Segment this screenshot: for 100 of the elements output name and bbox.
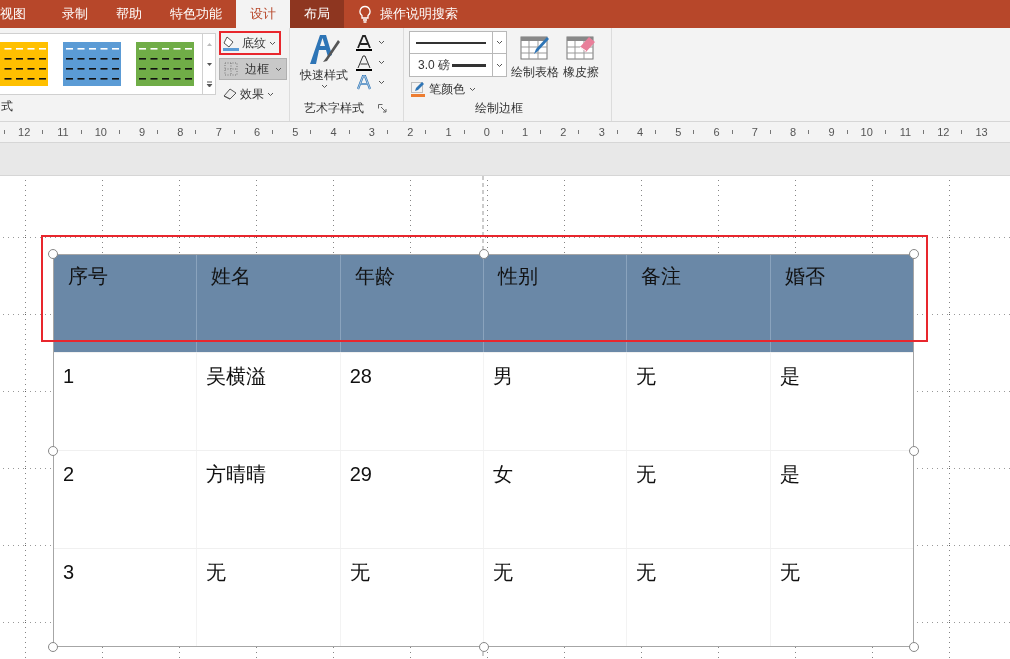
text-effects-icon <box>356 74 372 91</box>
tick-mark <box>195 130 197 134</box>
text-fill-icon <box>356 34 372 51</box>
resize-handle[interactable] <box>909 445 919 456</box>
ribbon-tab[interactable]: 特色功能 <box>156 0 236 28</box>
table-eraser-icon <box>566 34 596 61</box>
ruler-number: 8 <box>177 124 184 140</box>
ruler-number: 3 <box>598 124 605 140</box>
tick-mark <box>884 130 886 134</box>
caret-icon <box>320 84 328 89</box>
borders-icon <box>224 62 238 76</box>
caret-icon <box>378 60 385 65</box>
search-label[interactable]: 操作说明搜索 <box>380 4 458 24</box>
line-sample-icon <box>416 41 486 44</box>
caret-icon <box>496 40 503 45</box>
tick-mark <box>386 130 388 134</box>
resize-handle[interactable] <box>48 249 58 259</box>
table-cell: 吴横溢 <box>197 353 341 450</box>
column-header: 婚否 <box>783 264 826 289</box>
ruler-number: 4 <box>330 124 337 140</box>
tick-mark <box>501 130 503 134</box>
table-cell: 无 <box>627 353 771 450</box>
expand-icon <box>204 79 214 89</box>
dialog-launcher-button[interactable] <box>378 103 387 113</box>
ruler-number: 6 <box>253 124 261 140</box>
quick-styles-button[interactable]: 快速样式 <box>298 32 350 91</box>
line-style-dropdown[interactable] <box>409 31 507 54</box>
ruler-number: 6 <box>713 124 720 140</box>
tick-mark <box>425 130 427 134</box>
tick-mark <box>846 130 848 134</box>
ruler-number: 9 <box>828 124 835 140</box>
caret-icon <box>269 40 276 46</box>
table-cell: 无 <box>627 549 771 646</box>
ruler-number: 11 <box>899 124 912 140</box>
ruler-number: 10 <box>94 124 107 140</box>
effects-button[interactable]: 效果 <box>219 83 287 105</box>
ruler-number: 11 <box>57 124 69 140</box>
borders-button[interactable]: 边框 <box>219 58 287 80</box>
ruler-number: 4 <box>636 124 644 140</box>
table-cell: 方晴晴 <box>197 451 341 548</box>
table-cell-text: 是 <box>778 364 801 389</box>
caret-icon <box>267 91 274 97</box>
resize-handle[interactable] <box>48 445 58 456</box>
eraser-button[interactable]: 橡皮擦 <box>563 31 599 98</box>
ribbon-tab[interactable]: 视图 <box>0 0 48 28</box>
tick-mark <box>616 130 618 134</box>
caret-icon <box>275 66 282 72</box>
paint-bucket-icon <box>223 35 239 51</box>
ruler-number: 9 <box>139 124 146 140</box>
pen-color-button[interactable]: 笔颜色 <box>409 80 507 98</box>
launcher-icon <box>378 103 387 113</box>
table-cell: 29 <box>340 451 484 548</box>
group-label: 式 <box>1 99 13 113</box>
ruler-number: 12 <box>18 124 31 140</box>
text-fill-button[interactable] <box>356 34 385 51</box>
ruler-number: 12 <box>937 124 950 140</box>
ruler-number: 5 <box>292 124 299 140</box>
tick-mark <box>923 130 925 134</box>
pen-color-icon <box>411 81 425 97</box>
tick-mark <box>961 130 963 134</box>
resize-handle[interactable] <box>909 642 919 652</box>
resize-handle[interactable] <box>48 642 58 652</box>
ruler-number: 3 <box>368 124 375 140</box>
caret-icon <box>378 40 385 45</box>
tick-mark <box>310 130 312 134</box>
resize-handle[interactable] <box>478 249 489 259</box>
ribbon-tab[interactable]: 录制 <box>48 0 102 28</box>
tick-mark <box>693 130 695 134</box>
ruler-number: 8 <box>790 124 797 140</box>
tick-mark <box>118 130 120 134</box>
group-label: 绘制边框 <box>475 101 523 115</box>
tick-mark <box>540 130 542 134</box>
text-outline-button[interactable] <box>356 54 385 71</box>
letter-brush-icon <box>308 32 340 66</box>
tick-mark <box>769 130 771 134</box>
table-cell-text: 是 <box>778 462 801 487</box>
draw-table-button[interactable]: 绘制表格 <box>511 31 559 98</box>
tick-mark <box>348 130 350 134</box>
tick-mark <box>578 130 580 134</box>
resize-handle[interactable] <box>909 249 919 259</box>
ribbon-tab[interactable]: 帮助 <box>102 0 156 28</box>
tick-mark <box>272 130 274 134</box>
ruler-number: 1 <box>445 124 452 140</box>
ruler-number: 2 <box>560 124 567 140</box>
table-cell: 28 <box>340 353 484 450</box>
line-sample-icon <box>452 63 486 67</box>
table-cell: 无 <box>627 451 771 548</box>
ribbon-tab[interactable]: 布局 <box>290 0 344 28</box>
resize-handle[interactable] <box>478 642 489 652</box>
tick-mark <box>4 130 5 134</box>
ruler-number: 1 <box>522 124 529 140</box>
tick-mark <box>731 130 733 134</box>
table-cell-text: 无 <box>778 560 801 585</box>
shading-button[interactable]: 底纹 <box>219 31 281 55</box>
lightbulb-icon <box>358 5 372 23</box>
ruler-number: 13 <box>975 124 988 140</box>
ruler-number: 7 <box>215 124 222 140</box>
ribbon-tab[interactable]: 设计 <box>236 0 290 28</box>
line-weight-dropdown[interactable]: 3.0 磅 <box>409 54 507 77</box>
ruler-number: 7 <box>751 124 758 140</box>
